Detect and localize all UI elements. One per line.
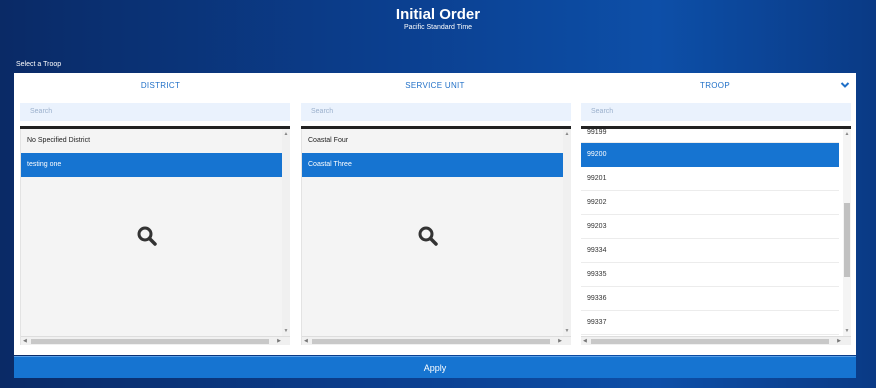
scroll-right-icon[interactable]: ▶ (558, 338, 562, 344)
scroll-thumb[interactable] (31, 339, 269, 344)
scroll-thumb[interactable] (844, 203, 850, 277)
scroll-right-icon[interactable]: ▶ (277, 338, 281, 344)
list-item-selected[interactable]: Coastal Three (302, 153, 564, 177)
list-item[interactable]: 99334 (581, 239, 839, 263)
district-header: DISTRICT (140, 81, 181, 90)
scroll-right-icon[interactable]: ▶ (837, 338, 841, 344)
scroll-up-icon[interactable]: ▲ (283, 131, 289, 137)
district-vertical-scrollbar[interactable]: ▲ ▼ (282, 129, 290, 336)
scroll-left-icon[interactable]: ◀ (23, 338, 27, 344)
list-item[interactable]: 99201 (581, 167, 839, 191)
list-item[interactable]: No Specified District (21, 129, 283, 153)
district-search-input[interactable]: Search (20, 103, 290, 121)
list-item[interactable]: 99337 (581, 311, 839, 335)
service-unit-vertical-scrollbar[interactable]: ▲ ▼ (563, 129, 571, 336)
select-troop-label: Select a Troop (16, 61, 62, 68)
search-icon (137, 226, 157, 246)
scroll-up-icon[interactable]: ▲ (564, 131, 570, 137)
page-header: Initial Order Pacific Standard Time (0, 6, 876, 33)
troop-header: TROOP (700, 81, 730, 90)
scroll-thumb[interactable] (312, 339, 550, 344)
service-unit-header: SERVICE UNIT (405, 81, 465, 90)
apply-button[interactable]: Apply (14, 356, 856, 378)
service-unit-search-input[interactable]: Search (301, 103, 571, 121)
list-item-selected[interactable]: testing one (21, 153, 283, 177)
scroll-up-icon[interactable]: ▲ (844, 131, 850, 137)
list-item[interactable]: 99336 (581, 287, 839, 311)
page-title: Initial Order (395, 6, 481, 23)
troop-horizontal-scrollbar[interactable]: ◀ ▶ (581, 336, 851, 345)
list-item-selected[interactable]: 99200 (581, 143, 839, 167)
search-icon (418, 226, 438, 246)
list-item[interactable]: Coastal Four (302, 129, 564, 153)
troop-list[interactable]: 99199 99200 99201 99202 99203 99334 9933… (581, 129, 851, 345)
district-horizontal-scrollbar[interactable]: ◀ ▶ (21, 336, 290, 345)
list-item[interactable]: 99202 (581, 191, 839, 215)
scroll-down-icon[interactable]: ▼ (844, 328, 850, 334)
service-unit-horizontal-scrollbar[interactable]: ◀ ▶ (302, 336, 571, 345)
troop-selector-panel: DISTRICT SERVICE UNIT TROOP Search Searc… (14, 73, 856, 355)
district-list[interactable]: No Specified District testing one ▲ ▼ ◀ … (20, 129, 290, 345)
troop-vertical-scrollbar[interactable]: ▲ ▼ (843, 129, 851, 336)
scroll-left-icon[interactable]: ◀ (583, 338, 587, 344)
timezone-label: Pacific Standard Time (403, 24, 473, 31)
chevron-down-icon[interactable] (840, 80, 850, 90)
scroll-down-icon[interactable]: ▼ (564, 328, 570, 334)
scroll-left-icon[interactable]: ◀ (304, 338, 308, 344)
list-item[interactable]: 99335 (581, 263, 839, 287)
scroll-thumb[interactable] (591, 339, 829, 344)
troop-search-input[interactable]: Search (581, 103, 851, 121)
scroll-down-icon[interactable]: ▼ (283, 328, 289, 334)
list-item[interactable]: 99199 (581, 129, 839, 143)
service-unit-list[interactable]: Coastal Four Coastal Three ▲ ▼ ◀ ▶ (301, 129, 571, 345)
list-item[interactable]: 99203 (581, 215, 839, 239)
